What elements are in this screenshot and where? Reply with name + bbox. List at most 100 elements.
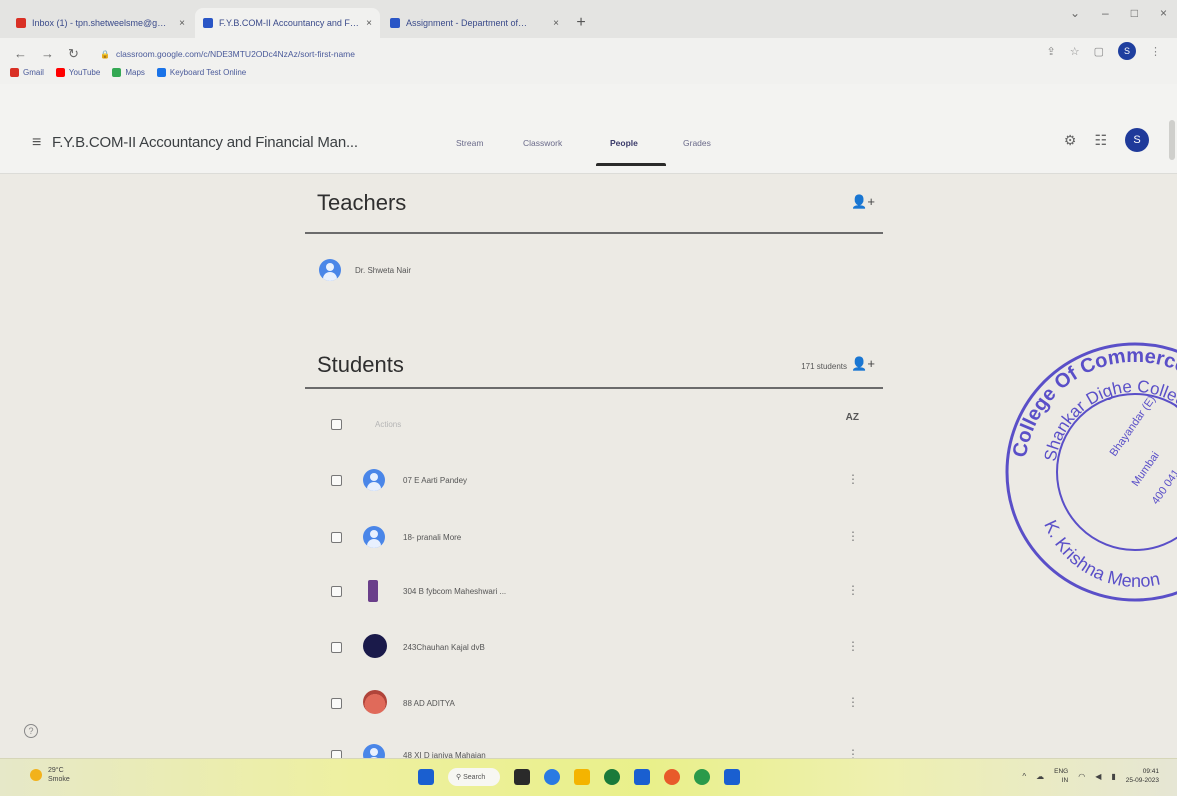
clock[interactable]: 09:41 25-09-2023 [1126, 767, 1159, 785]
share-icon[interactable]: ⇪ [1047, 45, 1056, 58]
chat-icon[interactable] [544, 769, 560, 785]
tab-classwork[interactable]: Classwork [523, 138, 562, 148]
student-checkbox[interactable] [331, 698, 342, 709]
tab-search-icon[interactable]: ⌄ [1070, 6, 1080, 20]
more-options-icon[interactable]: ⋮ [847, 583, 859, 597]
browser-tab-classroom[interactable]: F.Y.B.COM-II Accountancy and F… × [195, 8, 380, 38]
more-options-icon[interactable]: ⋮ [847, 472, 859, 486]
bookmark-maps[interactable]: Maps [112, 68, 145, 77]
browser-tab-strip: Inbox (1) - tpn.shetweelsme@gma… × F.Y.B… [0, 0, 1177, 38]
sidebar-icon[interactable]: ▢ [1094, 45, 1104, 58]
student-checkbox[interactable] [331, 642, 342, 653]
close-tab-icon[interactable]: × [179, 18, 185, 29]
teachers-heading: Teachers [317, 190, 407, 215]
bookmark-gmail[interactable]: Gmail [10, 68, 44, 77]
more-options-icon[interactable]: ⋮ [847, 695, 859, 709]
student-name: 243Chauhan Kajal dvB [403, 643, 485, 652]
student-avatar [363, 526, 385, 548]
bookmark-youtube[interactable]: YouTube [55, 68, 100, 77]
tab-stream[interactable]: Stream [456, 138, 483, 148]
browser-tab-gmail[interactable]: Inbox (1) - tpn.shetweelsme@gma… × [8, 8, 193, 38]
task-view-icon[interactable] [514, 769, 530, 785]
language-indicator[interactable]: ENG IN [1054, 767, 1068, 785]
back-icon[interactable]: ← [14, 46, 27, 62]
student-photo-avatar [363, 634, 387, 658]
settings-icon[interactable]: ⚙ [1064, 132, 1077, 149]
windows-start-icon[interactable] [418, 769, 434, 785]
windows-taskbar: 29°C Smoke ⚲ Search ^ ☁ ENG IN ◠ ◀ ▮ 09:… [0, 758, 1177, 796]
active-tab-indicator [596, 163, 666, 166]
store-icon[interactable] [634, 769, 650, 785]
help-icon[interactable]: ? [24, 724, 38, 738]
app-icon[interactable] [724, 769, 740, 785]
apps-grid-icon[interactable]: ☷ [1094, 132, 1107, 149]
student-name: 88 AD ADITYA [403, 699, 455, 708]
select-all-checkbox[interactable] [331, 419, 342, 430]
tab-people[interactable]: People [610, 138, 638, 148]
system-tray: ^ ☁ ENG IN ◠ ◀ ▮ 09:41 25-09-2023 [1022, 767, 1159, 785]
taskbar-search[interactable]: ⚲ Search [448, 768, 500, 786]
bookmark-star-icon[interactable]: ☆ [1070, 45, 1080, 58]
actions-dropdown[interactable]: Actions [375, 420, 401, 429]
student-avatar [363, 469, 385, 491]
student-checkbox[interactable] [331, 532, 342, 543]
browser-tab-assignment[interactable]: Assignment - Department of… × [382, 8, 567, 38]
chrome-icon[interactable] [694, 769, 710, 785]
app-icon[interactable] [664, 769, 680, 785]
file-explorer-icon[interactable] [574, 769, 590, 785]
student-name: 07 E Aarti Pandey [403, 476, 468, 485]
student-checkbox[interactable] [331, 586, 342, 597]
main-menu-icon[interactable]: ≡ [32, 134, 41, 152]
new-tab-button[interactable]: + [569, 8, 593, 38]
youtube-icon [55, 68, 65, 77]
more-options-icon[interactable]: ⋮ [847, 639, 859, 653]
user-avatar[interactable]: S [1125, 128, 1149, 152]
teacher-row[interactable]: Dr. Shweta Nair [319, 259, 411, 281]
student-checkbox[interactable] [331, 475, 342, 486]
college-stamp: College Of Commerce Shankar Dighe Colleg… [1005, 342, 1177, 602]
weather-temp: 29°C [48, 767, 64, 774]
class-title[interactable]: F.Y.B.COM-II Accountancy and Financial M… [52, 134, 358, 151]
reload-icon[interactable]: ↻ [68, 46, 79, 62]
browser-menu-icon[interactable]: ⋮ [1150, 45, 1161, 58]
close-window-button[interactable]: × [1160, 6, 1167, 20]
sort-az-icon[interactable]: AZ [846, 412, 859, 423]
onedrive-icon[interactable]: ☁ [1036, 772, 1044, 781]
bookmark-keyboard-test[interactable]: Keyboard Test Online [156, 68, 246, 77]
maximize-button[interactable]: □ [1131, 6, 1138, 20]
edge-browser-icon[interactable] [604, 769, 620, 785]
more-options-icon[interactable]: ⋮ [847, 529, 859, 543]
forward-icon[interactable]: → [41, 46, 54, 62]
lock-icon: 🔒 [100, 49, 110, 59]
invite-teacher-icon[interactable]: 👤+ [851, 194, 875, 210]
classroom-favicon-icon [203, 18, 213, 28]
address-bar[interactable]: 🔒 classroom.google.com/c/NDE3MTU2ODc4NzA… [100, 46, 720, 62]
teachers-divider [305, 232, 883, 234]
teacher-name: Dr. Shweta Nair [355, 265, 412, 275]
url-text: classroom.google.com/c/NDE3MTU2ODc4NzAz/… [115, 49, 355, 59]
minimize-button[interactable]: – [1102, 6, 1109, 20]
search-icon: ⚲ [456, 774, 464, 781]
student-photo-avatar [368, 580, 378, 602]
teacher-avatar [319, 259, 341, 281]
page-scrollbar[interactable] [1169, 120, 1175, 160]
tab-grades[interactable]: Grades [683, 138, 711, 148]
weather-desc: Smoke [48, 776, 70, 783]
show-hidden-icons-icon[interactable]: ^ [1022, 772, 1026, 781]
student-photo-avatar [363, 690, 387, 714]
keyboard-icon [156, 68, 166, 77]
close-tab-icon[interactable]: × [553, 18, 559, 29]
classroom-favicon-icon [390, 18, 400, 28]
students-divider [305, 387, 883, 389]
battery-icon[interactable]: ▮ [1111, 772, 1115, 781]
clock-date: 25-09-2023 [1125, 777, 1159, 784]
clock-time: 09:41 [1142, 768, 1159, 775]
volume-icon[interactable]: ◀ [1095, 772, 1101, 781]
weather-widget[interactable]: 29°C Smoke [30, 766, 70, 784]
browser-profile-avatar[interactable]: S [1118, 42, 1136, 60]
stamp-center-line-2: Mumbai [1130, 450, 1162, 489]
wifi-icon[interactable]: ◠ [1078, 772, 1085, 781]
window-controls: ⌄ – □ × [1070, 6, 1167, 20]
close-tab-icon[interactable]: × [366, 18, 372, 29]
invite-student-icon[interactable]: 👤+ [851, 356, 875, 372]
